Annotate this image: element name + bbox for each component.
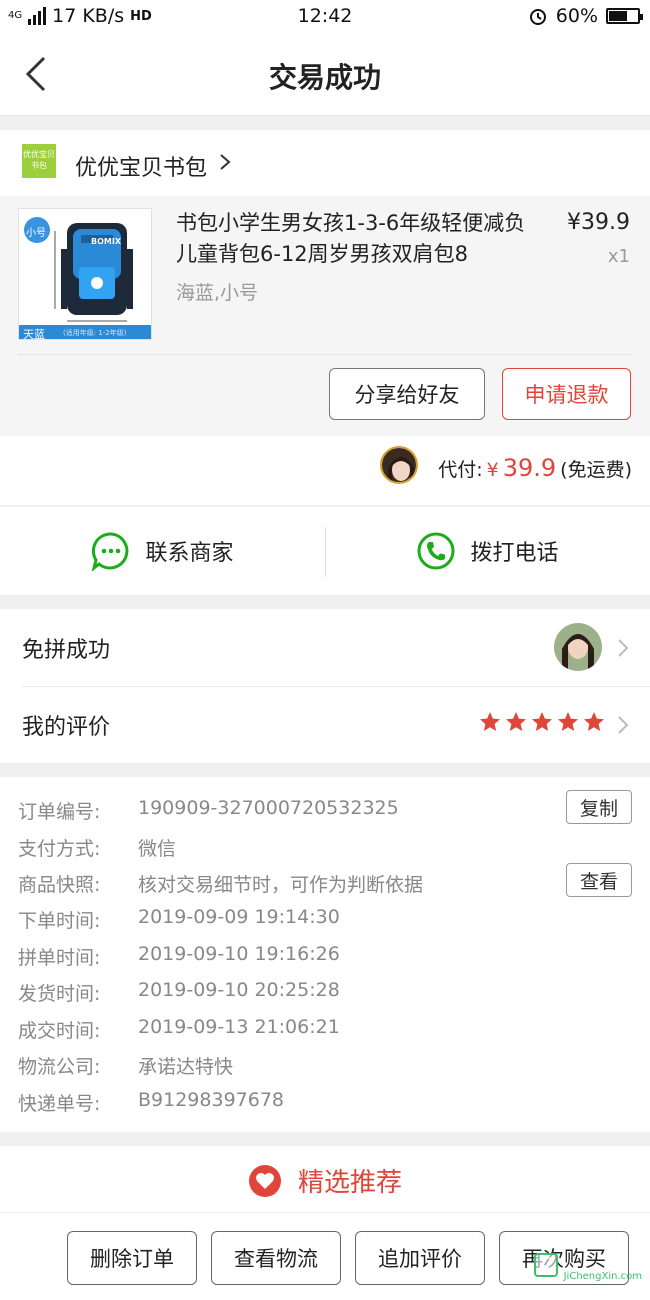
star-icon	[506, 712, 526, 731]
product-qty: x1	[607, 246, 630, 267]
delete-order-button[interactable]: 删除订单	[67, 1231, 197, 1285]
my-review-row[interactable]: 我的评价	[0, 686, 650, 763]
detail-key: 商品快照:	[18, 874, 101, 896]
view-logistics-button[interactable]: 查看物流	[211, 1231, 341, 1285]
deal-time: 2019-09-13 21:06:21	[138, 1016, 340, 1038]
star-icon	[584, 712, 604, 731]
pay-method-row: 支付方式: 微信	[18, 834, 176, 861]
pay-method: 微信	[138, 838, 177, 860]
order-details: 订单编号: 190909-327000720532325 复制 支付方式: 微信 商…	[0, 777, 650, 1132]
group-time-row: 拼单时间: 2019-09-10 19:16:26	[18, 943, 340, 970]
chevron-right-icon	[618, 716, 629, 734]
contact-merchant-button[interactable]: 联系商家	[0, 507, 325, 595]
chat-bubble-icon	[92, 532, 129, 571]
detail-key: 订单编号:	[18, 801, 101, 823]
status-group: 免拼成功 我的评价	[0, 609, 650, 763]
add-review-button[interactable]: 追加评价	[355, 1231, 485, 1285]
product-card[interactable]: 小号 BOMIX 天蓝 (适用年级: 1-2年级) 书包小学生男女孩1-3-6年…	[0, 196, 650, 436]
product-title[interactable]: 书包小学生男女孩1-3-6年级轻便减负儿童背包6-12周岁男孩双肩包8	[176, 208, 546, 270]
watermark-logo-icon	[534, 1253, 558, 1277]
order-number-row: 订单编号: 190909-327000720532325	[18, 797, 399, 824]
size-tag: 小号	[26, 228, 46, 239]
share-button[interactable]: 分享给好友	[329, 368, 485, 420]
payment-info: 代付: ¥ 39.9 (免运费)	[438, 454, 632, 482]
bottom-action-bar: 删除订单 查看物流 追加评价 再次购买 JiChengXin.com	[0, 1212, 650, 1300]
contact-merchant-label: 联系商家	[145, 541, 234, 566]
chevron-right-icon	[618, 639, 629, 657]
ship-time-row: 发货时间: 2019-09-10 20:25:28	[18, 979, 340, 1006]
rating-stars	[478, 710, 606, 734]
recommend-label: 精选推荐	[297, 1168, 402, 1198]
tracking-number: B91298397678	[138, 1089, 285, 1111]
status-right: 60%	[528, 5, 643, 27]
snapshot-desc: 核对交易细节时，可作为判断依据	[138, 874, 424, 896]
star-icon	[532, 712, 552, 731]
snapshot-row: 商品快照: 核对交易细节时，可作为判断依据	[18, 870, 423, 897]
alarm-icon	[529, 9, 546, 25]
product-spec: 海蓝,小号	[176, 282, 259, 304]
ship-time: 2019-09-10 20:25:28	[138, 979, 340, 1001]
recommend-header: 精选推荐	[0, 1146, 650, 1212]
nav-bar: 交易成功	[0, 34, 650, 116]
copy-button[interactable]: 复制	[566, 790, 632, 824]
brand-tag: BOMIX	[91, 237, 122, 246]
divider	[18, 354, 632, 355]
phone-icon	[417, 532, 455, 570]
detail-key: 发货时间:	[18, 983, 101, 1005]
group-member-avatar	[554, 623, 602, 671]
group-time: 2019-09-10 19:16:26	[138, 943, 340, 965]
order-time: 2019-09-09 19:14:30	[138, 906, 340, 928]
contact-bar: 联系商家 拨打电话	[0, 507, 650, 595]
group-status-label: 免拼成功	[22, 638, 111, 663]
logistics-company: 承诺达特快	[138, 1056, 234, 1078]
shop-row[interactable]: 优优宝贝书包 优优宝贝书包	[0, 130, 650, 196]
deal-time-row: 成交时间: 2019-09-13 21:06:21	[18, 1016, 340, 1043]
shop-name[interactable]: 优优宝贝书包	[75, 150, 207, 182]
payment-row: 代付: ¥ 39.9 (免运费)	[0, 436, 650, 506]
group-status-row[interactable]: 免拼成功	[0, 609, 650, 687]
grade-tag: (适用年级: 1-2年级)	[63, 329, 127, 337]
detail-key: 拼单时间:	[18, 947, 101, 969]
call-button[interactable]: 拨打电话	[325, 507, 650, 595]
shop-logo: 优优宝贝书包	[22, 144, 56, 178]
payment-label: 代付:	[438, 459, 483, 481]
payment-amount: 39.9	[502, 454, 557, 482]
product-image[interactable]: 小号 BOMIX 天蓝 (适用年级: 1-2年级)	[18, 208, 152, 340]
refund-button[interactable]: 申请退款	[502, 368, 631, 420]
payer-avatar	[380, 446, 418, 484]
view-snapshot-button[interactable]: 查看	[566, 863, 632, 897]
detail-key: 快递单号:	[18, 1093, 101, 1115]
logistics-row: 物流公司: 承诺达特快	[18, 1052, 233, 1079]
product-price: ¥39.9	[567, 210, 630, 235]
payment-currency: ¥	[486, 459, 499, 481]
order-number: 190909-327000720532325	[138, 797, 399, 819]
battery-percent: 60%	[555, 5, 598, 27]
page-title: 交易成功	[268, 61, 381, 94]
status-bar: 4G 17 KB/s HD 12:42 60%	[0, 0, 650, 34]
heart-icon	[248, 1164, 281, 1197]
call-label: 拨打电话	[470, 541, 559, 566]
watermark-text: JiChengXin.com	[563, 1271, 642, 1282]
chevron-right-icon	[220, 154, 231, 170]
tracking-row: 快递单号: B91298397678	[18, 1089, 284, 1116]
star-icon	[558, 712, 578, 731]
battery-icon	[606, 8, 643, 24]
detail-key: 成交时间:	[18, 1020, 101, 1042]
order-time-row: 下单时间: 2019-09-09 19:14:30	[18, 906, 340, 933]
star-icon	[480, 712, 500, 731]
detail-key: 支付方式:	[18, 838, 101, 860]
my-review-label: 我的评价	[22, 715, 111, 740]
payment-note: (免运费)	[560, 459, 632, 481]
detail-key: 下单时间:	[18, 910, 101, 932]
color-tag: 天蓝	[23, 328, 45, 340]
detail-key: 物流公司:	[18, 1056, 101, 1078]
